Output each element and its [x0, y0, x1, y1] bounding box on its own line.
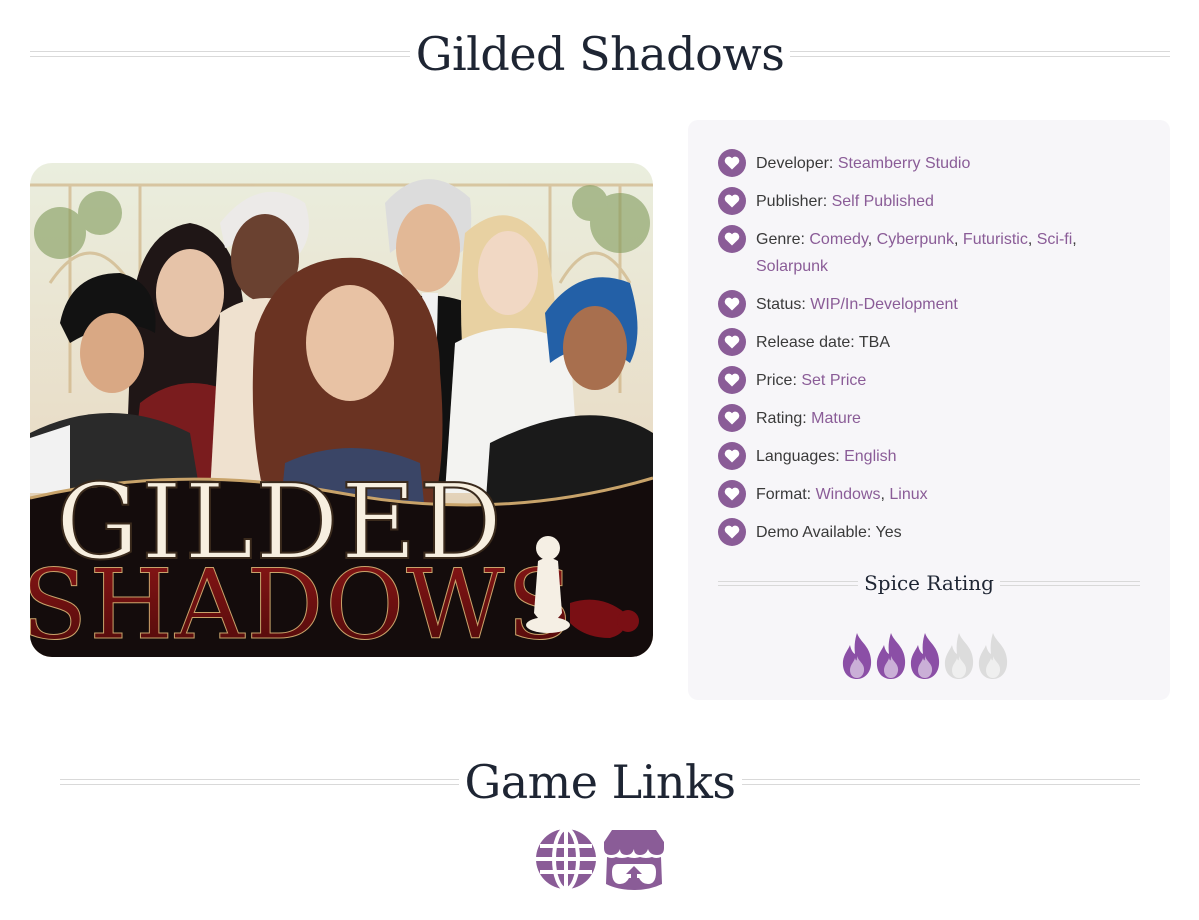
info-label: Languages: — [756, 448, 840, 465]
info-value-link[interactable]: Mature — [811, 410, 861, 427]
heart-icon — [718, 225, 746, 253]
page-title-row: Gilded Shadows — [30, 22, 1170, 86]
page-title: Gilded Shadows — [415, 27, 785, 81]
info-text: Demo Available: Yes — [756, 519, 1138, 546]
itchio-icon — [604, 830, 664, 890]
info-text: Status: WIP/In-Development — [756, 291, 1138, 318]
links-rule-left — [60, 779, 459, 785]
flame-icon — [874, 632, 908, 685]
title-rule-left — [30, 51, 410, 57]
website-link-button[interactable] — [534, 827, 598, 891]
spice-rule-left — [718, 580, 859, 586]
info-label: Release date: — [756, 334, 855, 351]
info-value-link[interactable]: Comedy — [809, 231, 867, 248]
game-cover-image: GILDED SHADOWS — [30, 163, 653, 657]
info-value: TBA — [858, 334, 891, 351]
heart-icon — [718, 149, 746, 177]
info-value-link[interactable]: Steamberry Studio — [838, 155, 971, 172]
info-text: Genre: Comedy, Cyberpunk, Futuristic, Sc… — [756, 231, 1077, 275]
info-item: Publisher: Self Published — [718, 187, 1138, 215]
cover-logo-shadows: SHADOWS — [30, 549, 574, 657]
globe-icon — [536, 827, 596, 891]
heart-icon — [718, 518, 746, 546]
info-text: Developer: Steamberry Studio — [756, 150, 1138, 177]
info-item: Format: Windows, Linux — [718, 480, 1138, 508]
info-value-link[interactable]: Sci-fi — [1037, 231, 1073, 248]
info-text: Languages: English — [756, 443, 1138, 470]
spice-rating-flames — [840, 632, 1010, 685]
info-item: Developer: Steamberry Studio — [718, 149, 1138, 177]
info-text: Publisher: Self Published — [756, 188, 1138, 215]
flame-icon — [840, 632, 874, 685]
info-value-link[interactable]: Set Price — [801, 372, 866, 389]
heart-icon — [718, 366, 746, 394]
heart-icon — [718, 404, 746, 432]
info-value: Yes — [875, 524, 902, 541]
spice-rating-heading-row: Spice Rating — [718, 566, 1141, 600]
info-label: Price: — [756, 372, 797, 389]
info-item: Languages: English — [718, 442, 1138, 470]
info-item: Genre: Comedy, Cyberpunk, Futuristic, Sc… — [718, 225, 1138, 280]
info-label: Format: — [756, 486, 812, 503]
title-rule-right — [790, 51, 1170, 57]
info-value-link[interactable]: Windows — [816, 486, 881, 503]
info-value-link[interactable]: Cyberpunk — [877, 231, 954, 248]
info-text: Rating: Mature — [756, 405, 1138, 432]
info-item: Rating: Mature — [718, 404, 1138, 432]
info-label: Genre: — [756, 231, 805, 248]
links-rule-right — [741, 779, 1140, 785]
info-list: Developer: Steamberry Studio Publisher: S… — [718, 149, 1138, 557]
game-links-icons — [534, 827, 666, 891]
info-item: Status: WIP/In-Development — [718, 290, 1138, 318]
flame-icon — [976, 632, 1010, 685]
info-value-link[interactable]: English — [844, 448, 896, 465]
spice-rule-right — [999, 580, 1141, 586]
info-item: Release date: TBA — [718, 328, 1138, 356]
info-item: Price: Set Price — [718, 366, 1138, 394]
heart-icon — [718, 442, 746, 470]
info-text: Release date: TBA — [756, 329, 1138, 356]
info-item: Demo Available: Yes — [718, 518, 1138, 546]
flame-icon — [942, 632, 976, 685]
info-label: Developer: — [756, 155, 834, 172]
game-info-card: Developer: Steamberry Studio Publisher: S… — [688, 120, 1170, 700]
info-text: Price: Set Price — [756, 367, 1138, 394]
info-value-link[interactable]: Linux — [889, 486, 927, 503]
heart-icon — [718, 328, 746, 356]
heart-icon — [718, 480, 746, 508]
info-label: Status: — [756, 296, 806, 313]
heart-icon — [718, 187, 746, 215]
info-label: Publisher: — [756, 193, 828, 210]
info-value-link[interactable]: WIP/In-Development — [810, 296, 958, 313]
itchio-link-button[interactable] — [602, 828, 666, 890]
info-label: Rating: — [756, 410, 807, 427]
game-links-heading: Game Links — [464, 755, 737, 809]
info-value-link[interactable]: Futuristic — [963, 231, 1028, 248]
info-value-link[interactable]: Solarpunk — [756, 258, 828, 275]
info-value-link[interactable]: Self Published — [832, 193, 934, 210]
info-text: Format: Windows, Linux — [756, 486, 928, 503]
game-links-heading-row: Game Links — [60, 752, 1140, 812]
heart-icon — [718, 290, 746, 318]
spice-rating-heading: Spice Rating — [864, 571, 994, 595]
info-label: Demo Available: — [756, 524, 872, 541]
flame-icon — [908, 632, 942, 685]
